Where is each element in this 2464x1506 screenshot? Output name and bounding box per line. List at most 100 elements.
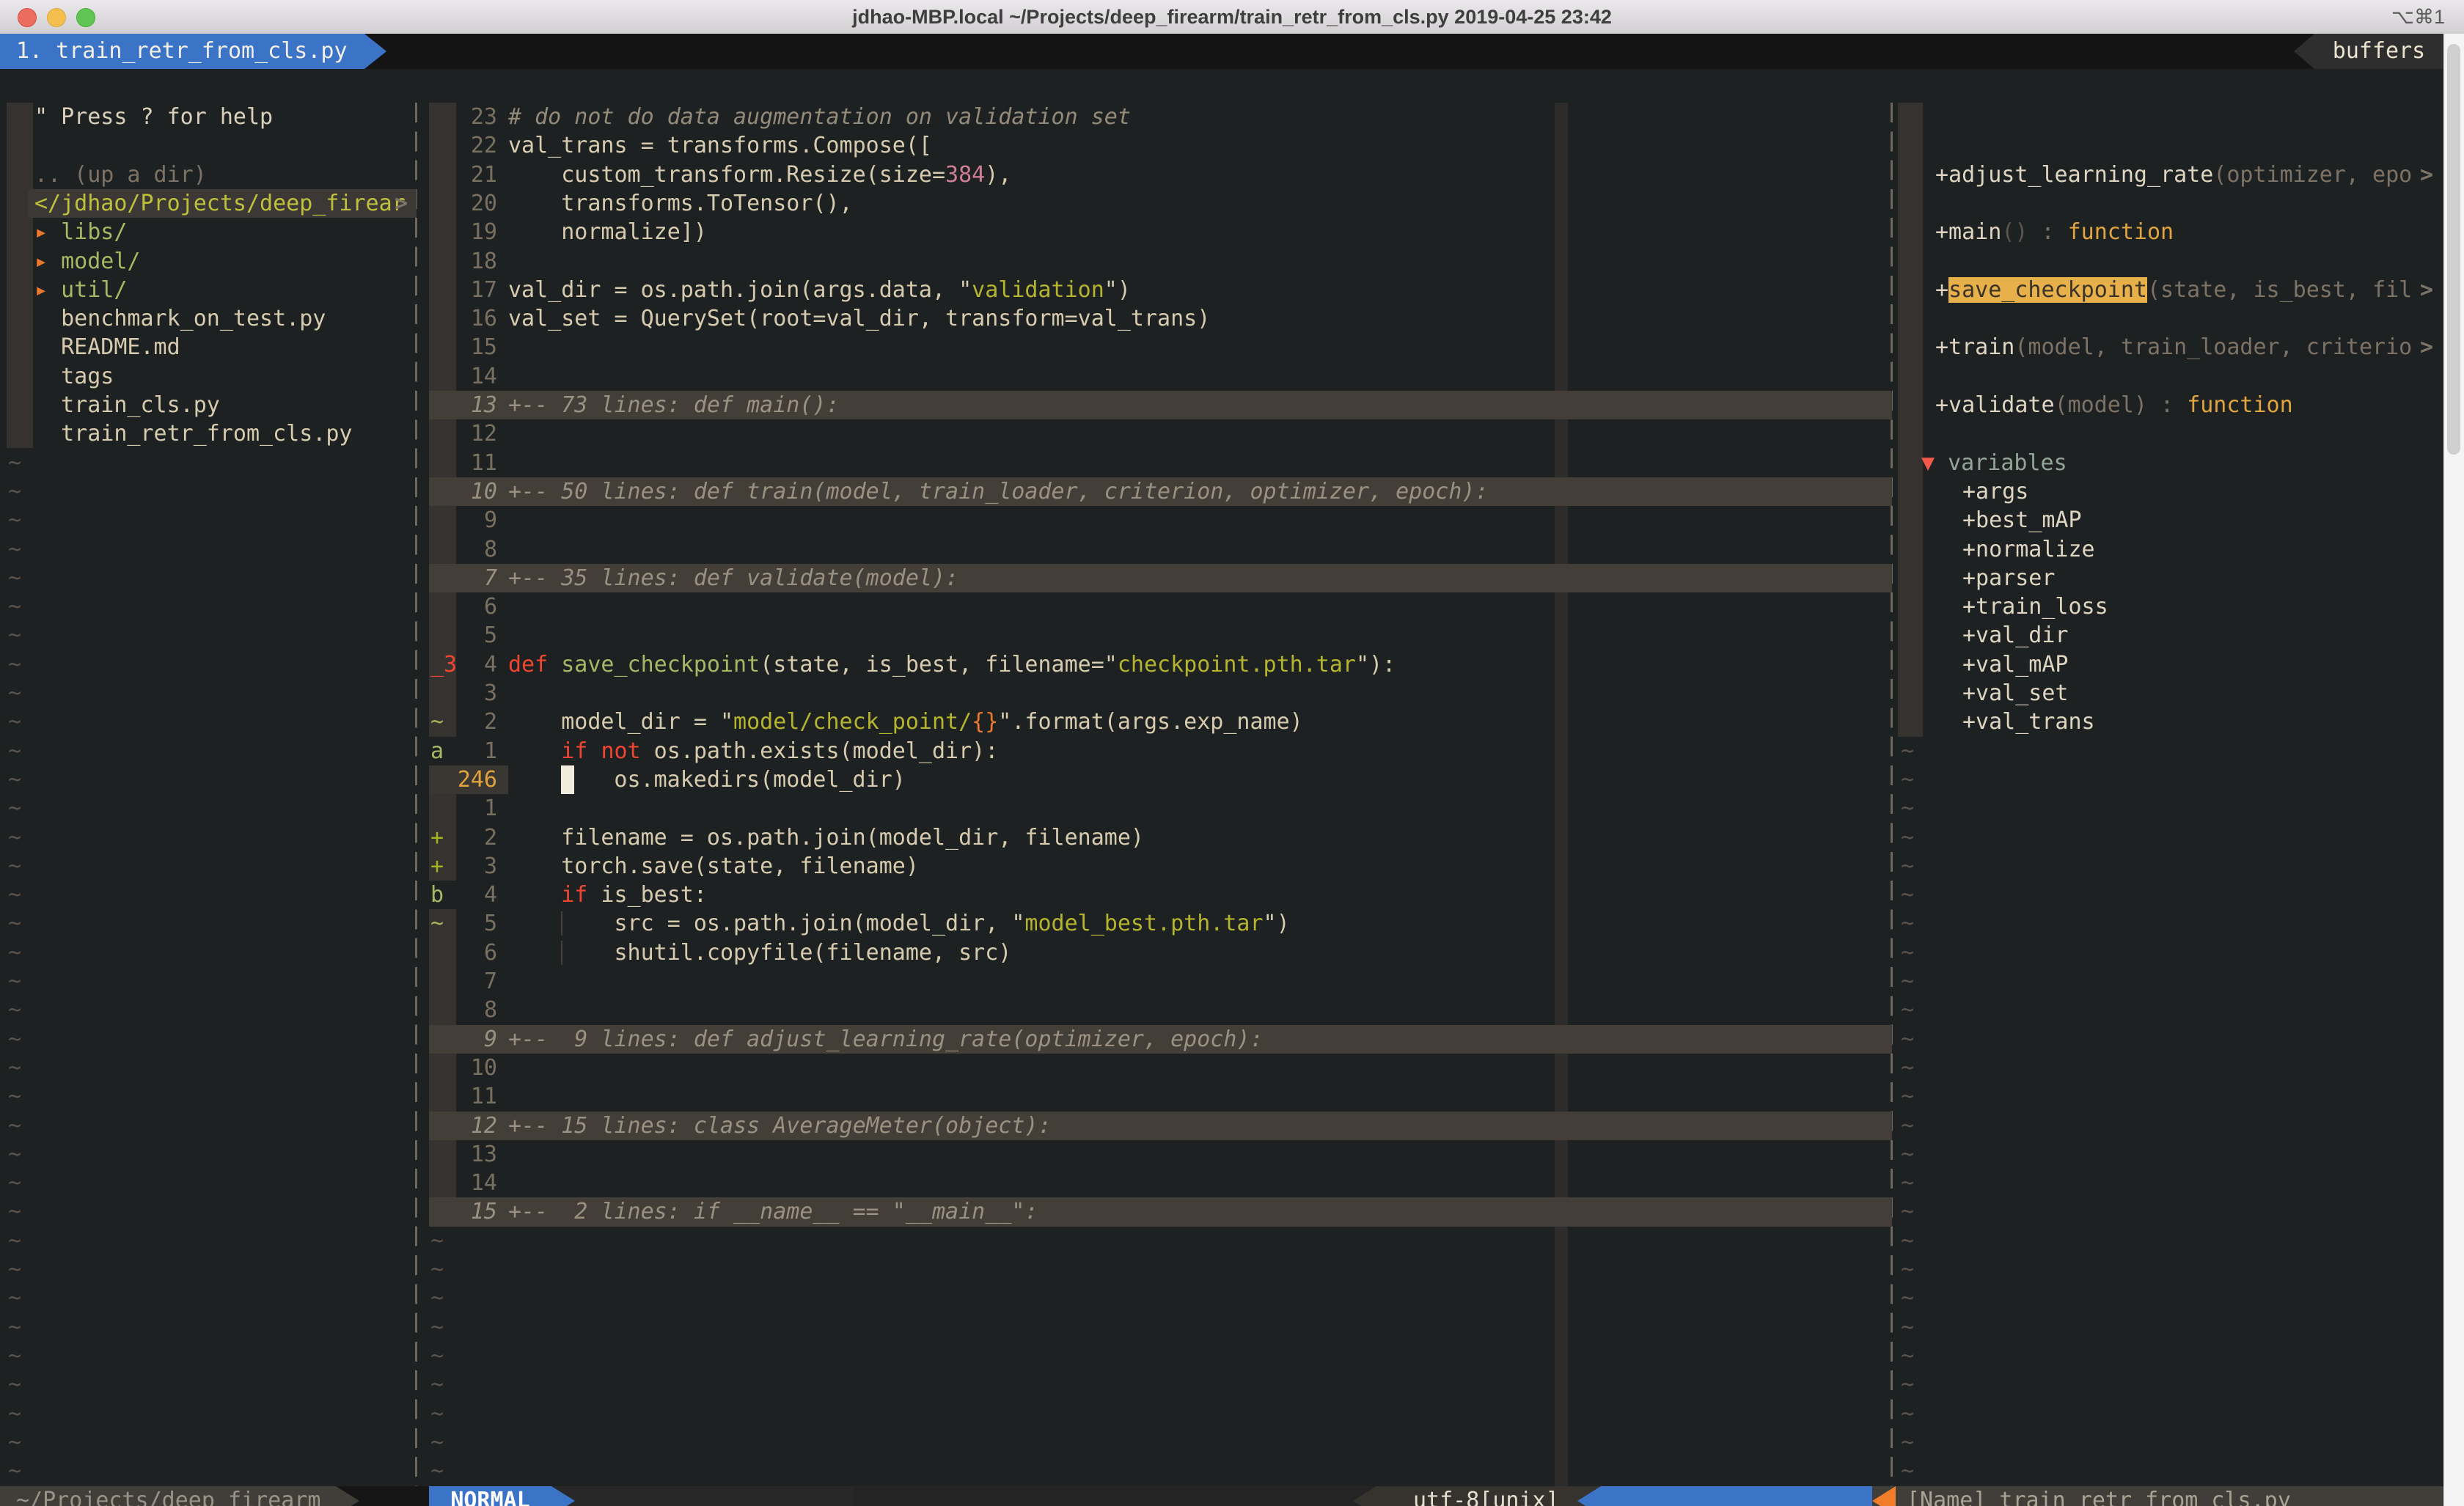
code-line[interactable]: 22val_trans = transforms.Compose([ [429, 131, 1892, 160]
code-line[interactable]: _34def save_checkpoint(state, is_best, f… [429, 650, 1892, 679]
code-line[interactable]: b4 if is_best: [429, 881, 1892, 909]
line-number: 12 [429, 419, 497, 448]
terminal-window: jdhao-MBP.local ~/Projects/deep_firearm/… [0, 0, 2464, 1506]
tagbar-entry[interactable]: ▼ variables [1899, 449, 2443, 477]
nerdtree-empty-line: ~ [8, 909, 21, 938]
tagbar-entry[interactable]: +parser [1899, 564, 2443, 592]
code-line[interactable]: 16val_set = QuerySet(root=val_dir, trans… [429, 304, 1892, 333]
nerdtree-empty-line: ~ [8, 1169, 21, 1197]
nerdtree-item[interactable]: benchmark_on_test.py [0, 304, 418, 333]
tagbar-entry[interactable]: +val_trans [1899, 708, 2443, 736]
powerline-separator [336, 1486, 359, 1506]
nerdtree-item[interactable]: " Press ? for help [0, 103, 418, 131]
editor-empty-line: ~ [430, 1342, 444, 1370]
nerdtree-item[interactable]: ▸ model/ [0, 247, 418, 276]
code-line[interactable]: 8 [429, 996, 1892, 1024]
nerdtree-empty-line: ~ [8, 477, 21, 506]
code-line[interactable]: 12 [429, 419, 1892, 448]
nerdtree-item[interactable]: tags [0, 362, 418, 391]
text-cursor [561, 765, 574, 794]
truncation-arrow-icon: > [2420, 161, 2433, 189]
code-line[interactable]: 13 [429, 1140, 1892, 1169]
code-line[interactable]: ~5 src = os.path.join(model_dir, "model_… [429, 909, 1892, 938]
tagbar-entry[interactable]: +best_mAP [1899, 506, 2443, 535]
nerdtree-empty-line: ~ [8, 506, 21, 535]
tagbar-entry[interactable]: +main() : function [1899, 218, 2443, 246]
tagbar-entry[interactable]: +args [1899, 477, 2443, 506]
code-line[interactable]: 5 [429, 621, 1892, 650]
code-line[interactable]: +2 filename = os.path.join(model_dir, fi… [429, 823, 1892, 852]
code-line[interactable]: 3 [429, 679, 1892, 708]
tagbar-entry[interactable]: +val_dir [1899, 621, 2443, 650]
nerdtree-empty-line: ~ [8, 449, 21, 477]
nerdtree-item[interactable]: train_cls.py [0, 391, 418, 419]
code-line[interactable]: 21 custom_transform.Resize(size=384), [429, 161, 1892, 189]
nerdtree-item[interactable]: ▸ libs/ [0, 218, 418, 246]
powerline-separator [1577, 1486, 1601, 1506]
folded-code-line[interactable]: 15+-- 2 lines: if __name__ == "__main__"… [429, 1197, 1892, 1226]
code-line[interactable]: 14 [429, 362, 1892, 391]
tagbar-empty-line: ~ [1901, 1342, 1914, 1370]
code-line[interactable]: 15 [429, 333, 1892, 361]
code-line[interactable]: 18 [429, 247, 1892, 276]
vim-tabline: 1. train_retr_from_cls.py buffers [0, 34, 2464, 69]
code-line[interactable]: 11 [429, 449, 1892, 477]
code-line[interactable]: 6 [429, 592, 1892, 621]
tagbar-entry[interactable]: +save_checkpoint(state, is_best, fil> [1899, 276, 2443, 304]
code-line[interactable]: +3 torch.save(state, filename) [429, 852, 1892, 881]
code-line[interactable]: 1 [429, 794, 1892, 823]
tagbar-entry[interactable]: +train(model, train_loader, criterio> [1899, 333, 2443, 361]
tagbar-empty-line: ~ [1901, 939, 1914, 967]
scrollbar-track[interactable] [2443, 34, 2464, 1506]
tagbar-entry[interactable]: +val_mAP [1899, 650, 2443, 679]
folded-code-line[interactable]: 9+-- 9 lines: def adjust_learning_rate(o… [429, 1025, 1892, 1054]
tagbar-empty-line: ~ [1901, 1457, 1914, 1485]
code-line[interactable]: 11 [429, 1082, 1892, 1111]
line-number: 2 [429, 823, 497, 852]
folded-code-line[interactable]: 7+-- 35 lines: def validate(model): [429, 564, 1892, 592]
tab-arrow-separator [364, 34, 386, 69]
tagbar-entry[interactable]: +val_set [1899, 679, 2443, 708]
tagbar-empty-line: ~ [1901, 1025, 1914, 1054]
code-line[interactable]: 20 transforms.ToTensor(), [429, 189, 1892, 218]
folded-code-line[interactable]: 10+-- 50 lines: def train(model, train_l… [429, 477, 1892, 506]
tagbar-entry[interactable]: +validate(model) : function [1899, 391, 2443, 419]
code-line[interactable]: 6 shutil.copyfile(filename, src) [429, 939, 1892, 967]
scrollbar-thumb[interactable] [2447, 44, 2460, 455]
folded-code-line[interactable]: 13+-- 73 lines: def main(): [429, 391, 1892, 419]
editor-empty-line: ~ [430, 1313, 444, 1342]
nerdtree-empty-line: ~ [8, 621, 21, 650]
line-number: 18 [429, 247, 497, 276]
tagbar-entry[interactable]: +adjust_learning_rate(optimizer, epo> [1899, 161, 2443, 189]
tagbar-empty-line: ~ [1901, 1197, 1914, 1226]
nerdtree-empty-line: ~ [8, 1400, 21, 1428]
buffers-label[interactable]: buffers [2314, 34, 2443, 69]
nerdtree-item[interactable]: train_retr_from_cls.py [0, 419, 418, 448]
tagbar-entry[interactable]: +train_loss [1899, 592, 2443, 621]
code-line[interactable]: 7 [429, 967, 1892, 996]
code-line[interactable]: 10 [429, 1054, 1892, 1082]
code-line[interactable]: 19 normalize]) [429, 218, 1892, 246]
nerdtree-item[interactable]: </jdhao/Projects/deep_firear> [0, 189, 418, 218]
line-number: 23 [429, 103, 497, 131]
nerdtree-empty-line: ~ [8, 1255, 21, 1284]
code-line[interactable]: 17val_dir = os.path.join(args.data, "val… [429, 276, 1892, 304]
line-number: 5 [429, 621, 497, 650]
tab-active[interactable]: 1. train_retr_from_cls.py [0, 34, 364, 69]
line-number: 10 [429, 477, 497, 506]
code-line[interactable]: 8 [429, 535, 1892, 564]
nerdtree-item[interactable] [0, 131, 418, 160]
tagbar-entry[interactable]: +normalize [1899, 535, 2443, 564]
code-line[interactable]: ~2 model_dir = "model/check_point/{}".fo… [429, 708, 1892, 736]
code-line[interactable]: 246 os.makedirs(model_dir) [429, 765, 1892, 794]
nerdtree-item[interactable]: ▸ util/ [0, 276, 418, 304]
folded-code-line[interactable]: 12+-- 15 lines: class AverageMeter(objec… [429, 1112, 1892, 1140]
code-line[interactable]: 14 [429, 1169, 1892, 1197]
code-line[interactable]: 9 [429, 506, 1892, 535]
nerdtree-item[interactable]: README.md [0, 333, 418, 361]
nerdtree-item[interactable]: .. (up a dir) [0, 161, 418, 189]
nerdtree-empty-line: ~ [8, 737, 21, 765]
code-line[interactable]: a1 if not os.path.exists(model_dir): [429, 737, 1892, 765]
nerdtree-empty-line: ~ [8, 996, 21, 1024]
code-line[interactable]: 23# do not do data augmentation on valid… [429, 103, 1892, 131]
